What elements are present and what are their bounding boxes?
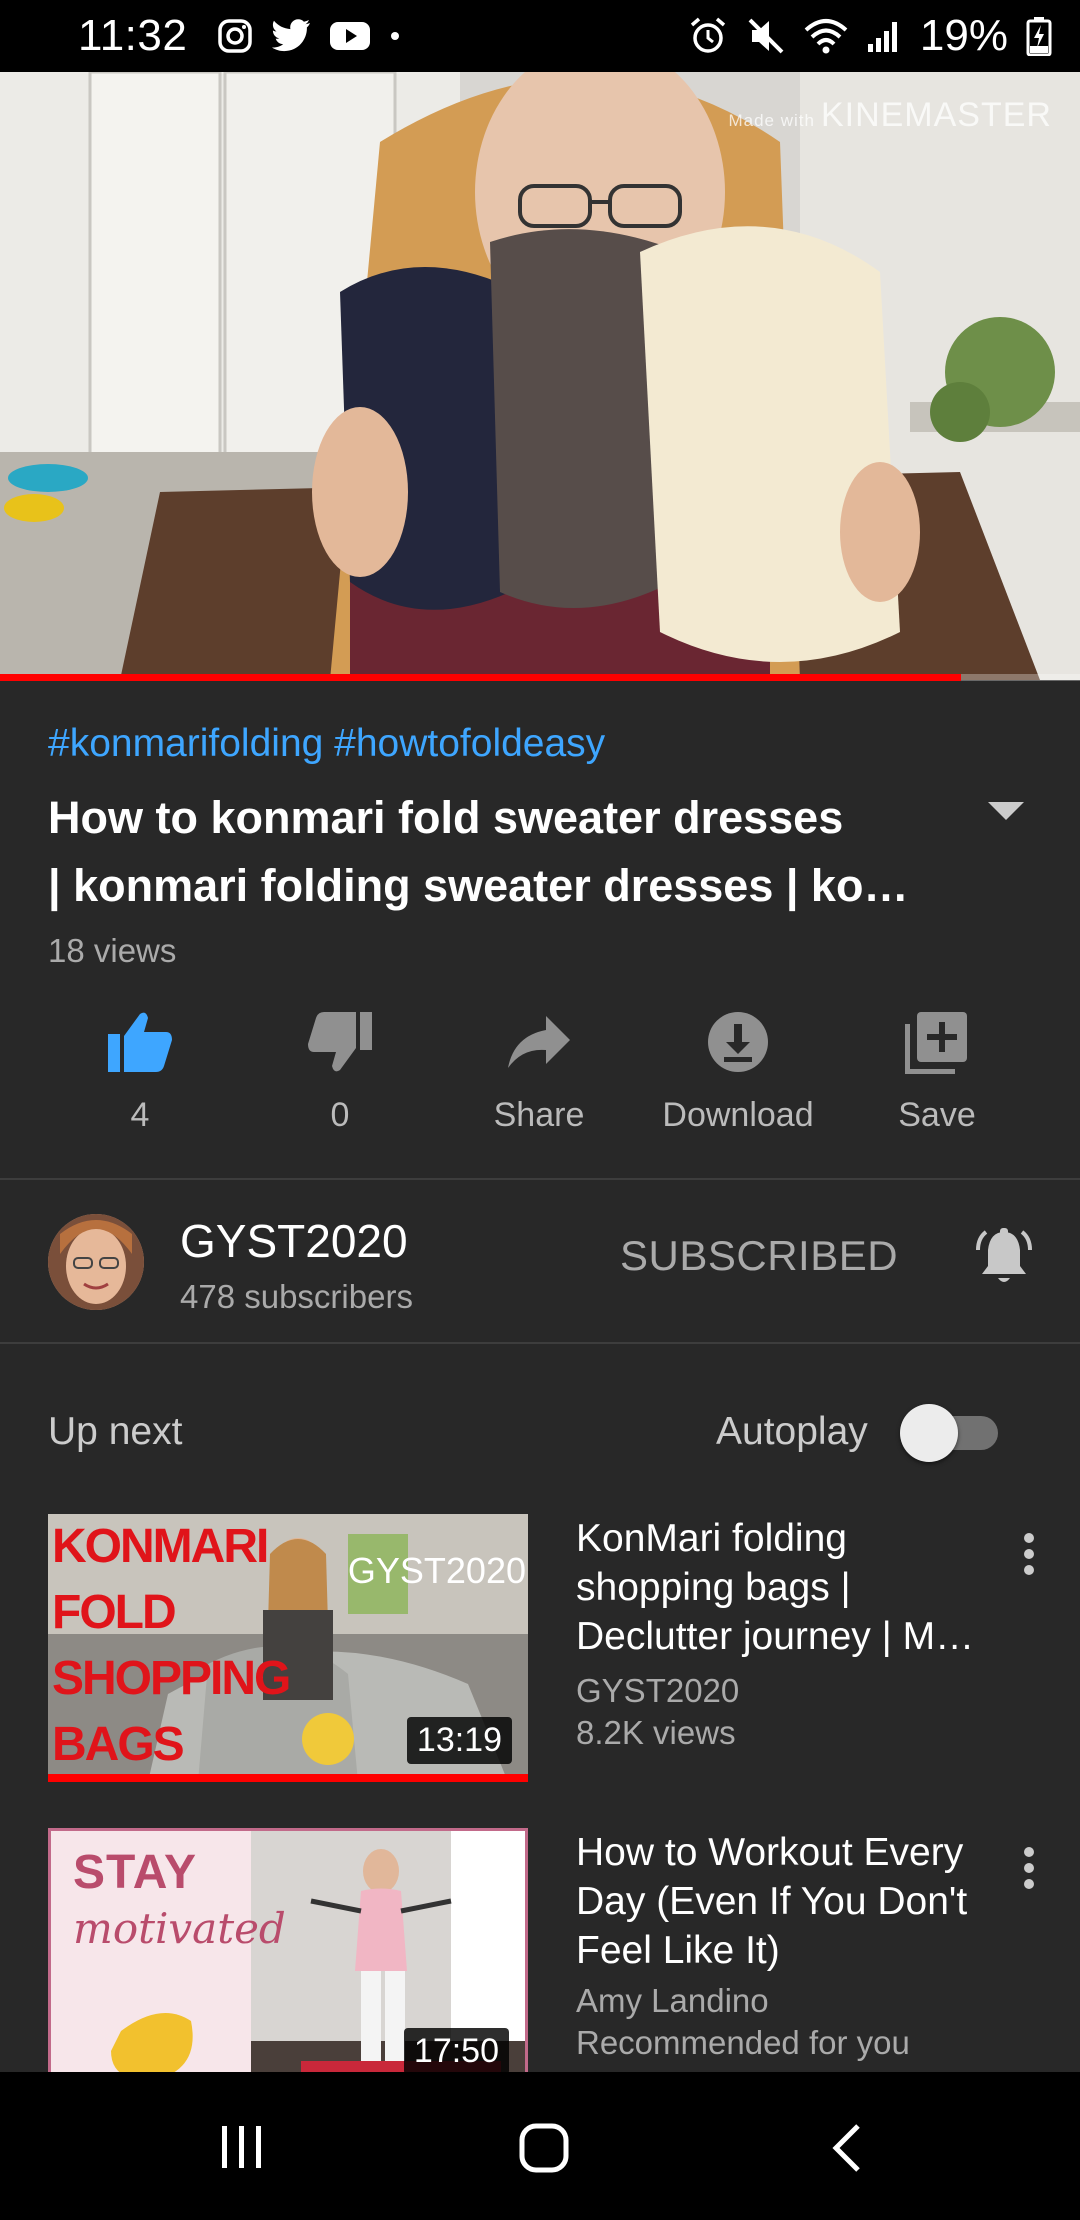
recommendation-item[interactable]: KONMARI FOLD SHOPPING BAGS GYST2020 13:1… <box>0 1514 1080 1784</box>
thumb-text-line: motivated <box>73 1904 286 1953</box>
channel-avatar[interactable] <box>48 1214 144 1310</box>
avatar-image <box>48 1214 144 1310</box>
rec-views: 8.2K views <box>576 1714 736 1751</box>
status-time: 11:32 <box>78 11 188 60</box>
rec-title[interactable]: KonMari folding shopping bags | Declutte… <box>576 1514 996 1661</box>
download-label: Download <box>662 1096 814 1134</box>
add-to-playlist-icon <box>905 1012 967 1074</box>
mute-icon <box>748 18 784 54</box>
rec-views: Recommended for you <box>576 2024 910 2061</box>
kinemaster-watermark: Made with KINEMASTER <box>728 96 1052 135</box>
video-duration: 13:19 <box>406 1717 512 1764</box>
rec-title-line: How to Workout Every <box>576 1831 964 1874</box>
more-vertical-icon[interactable] <box>1016 1846 1042 1890</box>
thumb-overlay-text: KONMARI FOLD SHOPPING BAGS <box>52 1514 291 1778</box>
download-icon <box>708 1012 768 1072</box>
recent-apps-icon[interactable] <box>218 2122 266 2172</box>
thumb-text-line: KONMARI <box>52 1520 269 1573</box>
thumbs-down-icon <box>308 1012 372 1072</box>
rec-title-line: Feel Like It) <box>576 1929 780 1972</box>
dislike-count: 0 <box>330 1096 350 1134</box>
watermark-brand: KINEMASTER <box>820 96 1052 134</box>
expand-description-icon[interactable] <box>986 800 1026 824</box>
video-title-line-2: | konmari folding sweater dresses | ko… <box>48 860 909 911</box>
rec-title-line: KonMari folding <box>576 1517 847 1560</box>
status-bar: 11:32 19% <box>0 0 1080 72</box>
signal-icon <box>867 22 897 52</box>
video-player[interactable]: Made with KINEMASTER <box>0 72 1080 680</box>
rec-title-line: Day (Even If You Don't <box>576 1880 968 1923</box>
home-icon[interactable] <box>518 2122 570 2174</box>
battery-charging-icon <box>1026 17 1052 56</box>
rec-channel: GYST2020 <box>576 1672 740 1709</box>
thumbs-up-icon <box>108 1012 172 1072</box>
subscribed-button[interactable]: SUBSCRIBED <box>620 1232 898 1280</box>
instagram-icon <box>218 19 253 53</box>
channel-name[interactable]: GYST2020 <box>180 1214 408 1268</box>
download-button[interactable]: Download <box>638 1010 838 1135</box>
like-count: 4 <box>130 1096 150 1134</box>
video-title-line-1: How to konmari fold sweater dresses <box>48 792 844 843</box>
wifi-icon <box>804 19 848 54</box>
dot-icon <box>391 32 400 40</box>
youtube-icon <box>330 22 371 50</box>
more-vertical-icon[interactable] <box>1016 1532 1042 1576</box>
video-thumbnail[interactable]: KONMARI FOLD SHOPPING BAGS GYST2020 13:1… <box>48 1514 528 1782</box>
thumb-overlay-text: STAY motivated <box>73 1845 286 1953</box>
rec-title-line: shopping bags | <box>576 1566 851 1609</box>
watermark-small: Made with <box>728 111 815 130</box>
hashtags-link[interactable]: #konmarifolding #howtofoldeasy <box>48 722 605 766</box>
save-label: Save <box>898 1096 976 1134</box>
autoplay-toggle-knob <box>900 1404 958 1462</box>
autoplay-toggle[interactable] <box>900 1402 1000 1462</box>
up-next-heading: Up next <box>48 1410 183 1453</box>
system-navigation-bar <box>0 2072 1080 2220</box>
youtube-watch-screen: 11:32 19% Made with KINEMASTER #konmarif… <box>0 0 1080 2220</box>
video-title[interactable]: How to konmari fold sweater dresses | ko… <box>48 784 948 920</box>
notification-bell-icon[interactable] <box>972 1226 1036 1290</box>
rec-title[interactable]: How to Workout Every Day (Even If You Do… <box>576 1828 996 1975</box>
rec-title-line: Declutter journey | M… <box>576 1615 975 1658</box>
divider <box>0 1178 1080 1180</box>
alarm-icon <box>690 17 726 53</box>
video-frame <box>0 72 1080 680</box>
like-button[interactable]: 4 <box>40 1010 240 1135</box>
subscriber-count: 478 subscribers <box>180 1278 413 1315</box>
video-progress-fill <box>0 674 962 681</box>
share-button[interactable]: Share <box>439 1010 639 1135</box>
thumb-text-line: FOLD <box>52 1586 177 1639</box>
recommendation-item[interactable]: STAY motivated 17:50 How to Workout Ever… <box>0 1828 1080 2098</box>
share-arrow-icon <box>508 1016 570 1068</box>
video-progress-bar[interactable] <box>0 674 1080 681</box>
thumb-brand-text: GYST2020 <box>347 1550 526 1591</box>
video-duration: 17:50 <box>403 2028 509 2075</box>
save-button[interactable]: Save <box>837 1010 1037 1135</box>
thumb-text-line: SHOPPING <box>52 1652 291 1705</box>
action-bar: 4 0 Share Download Save <box>0 1010 1080 1150</box>
thumb-text-line: STAY <box>73 1846 198 1899</box>
battery-percent: 19% <box>919 11 1008 60</box>
dislike-button[interactable]: 0 <box>240 1010 440 1135</box>
rec-channel: Amy Landino <box>576 1982 769 2019</box>
twitter-icon <box>272 19 311 52</box>
view-count: 18 views <box>48 932 177 969</box>
video-thumbnail[interactable]: STAY motivated 17:50 <box>48 1828 528 2096</box>
share-label: Share <box>493 1096 585 1134</box>
autoplay-label: Autoplay <box>716 1410 868 1453</box>
divider <box>0 1342 1080 1344</box>
back-icon[interactable] <box>828 2122 868 2174</box>
thumb-text-line: BAGS <box>52 1718 185 1771</box>
